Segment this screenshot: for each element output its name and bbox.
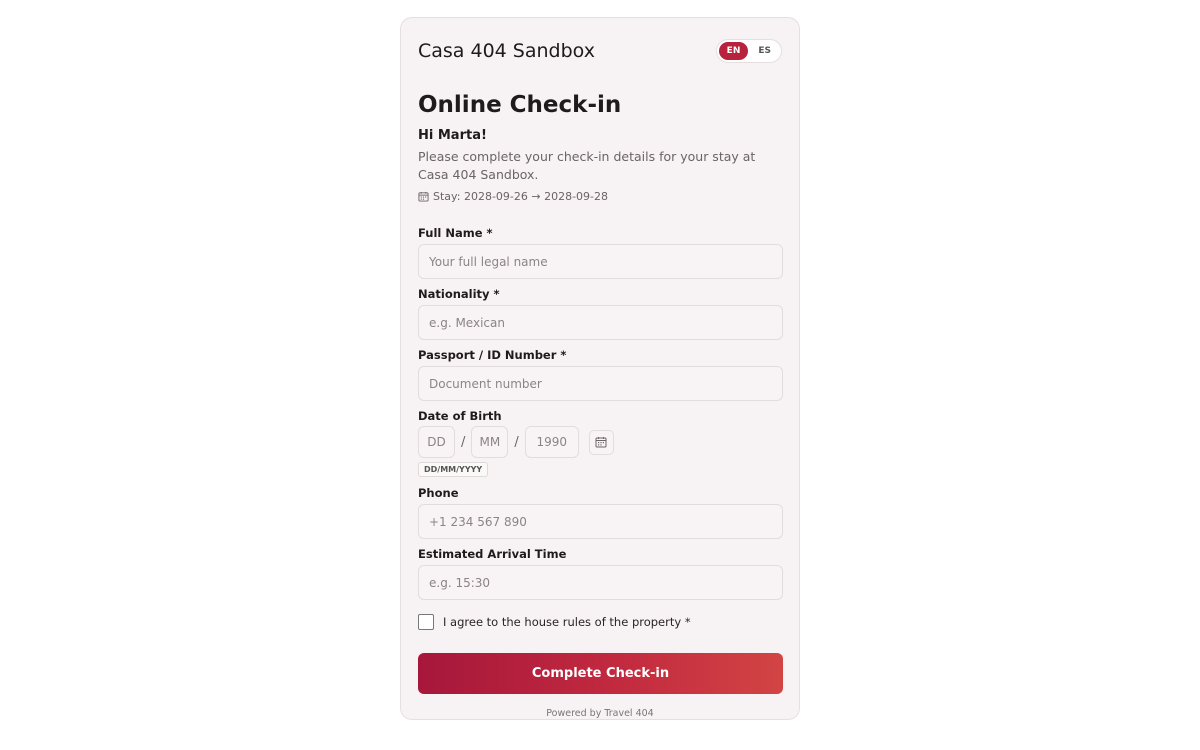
house-rules-label[interactable]: I agree to the house rules of the proper… (443, 615, 691, 629)
greeting: Hi Marta! (418, 128, 487, 143)
house-rules-checkbox[interactable] (418, 614, 434, 630)
intro-text: Please complete your check-in details fo… (418, 149, 756, 182)
nationality-label: Nationality * (418, 287, 500, 301)
language-es-button[interactable]: ES (750, 42, 779, 60)
dob-year-input[interactable] (524, 426, 579, 458)
date-picker-button[interactable] (588, 429, 614, 455)
dob-separator: / (461, 434, 466, 450)
checkin-card: Casa 404 Sandbox EN ES Online Check-in H… (400, 17, 800, 720)
phone-label: Phone (418, 486, 459, 500)
language-toggle: EN ES (715, 39, 782, 63)
dob-month-input[interactable] (471, 426, 509, 458)
phone-input[interactable] (418, 504, 783, 539)
dob-day-input[interactable] (418, 426, 455, 458)
language-en-button[interactable]: EN (718, 42, 749, 60)
passport-input[interactable] (418, 366, 783, 401)
passport-label: Passport / ID Number * (418, 348, 567, 362)
arrival-time-label: Estimated Arrival Time (418, 547, 567, 561)
calendar-icon (595, 437, 607, 448)
powered-by-footer: Powered by Travel 404 (546, 708, 654, 719)
arrival-time-input[interactable] (418, 565, 783, 600)
property-name: Casa 404 Sandbox (418, 40, 595, 62)
stay-dates: Stay: 2028-09-26 → 2028-09-28 (418, 190, 608, 203)
card-header: Casa 404 Sandbox EN ES (418, 38, 782, 64)
house-rules-agreement: I agree to the house rules of the proper… (418, 614, 691, 630)
stay-dates-text: Stay: 2028-09-26 → 2028-09-28 (433, 190, 609, 203)
full-name-label: Full Name * (418, 226, 493, 240)
dob-separator: / (514, 434, 519, 450)
full-name-input[interactable] (418, 244, 783, 279)
dob-format-hint: DD/MM/YYYY (418, 462, 489, 477)
calendar-icon (418, 191, 429, 202)
complete-checkin-button[interactable]: Complete Check-in (418, 653, 783, 694)
dob-row: / / (418, 426, 614, 458)
nationality-input[interactable] (418, 305, 783, 340)
dob-label: Date of Birth (418, 409, 502, 423)
page-title: Online Check-in (418, 92, 622, 118)
